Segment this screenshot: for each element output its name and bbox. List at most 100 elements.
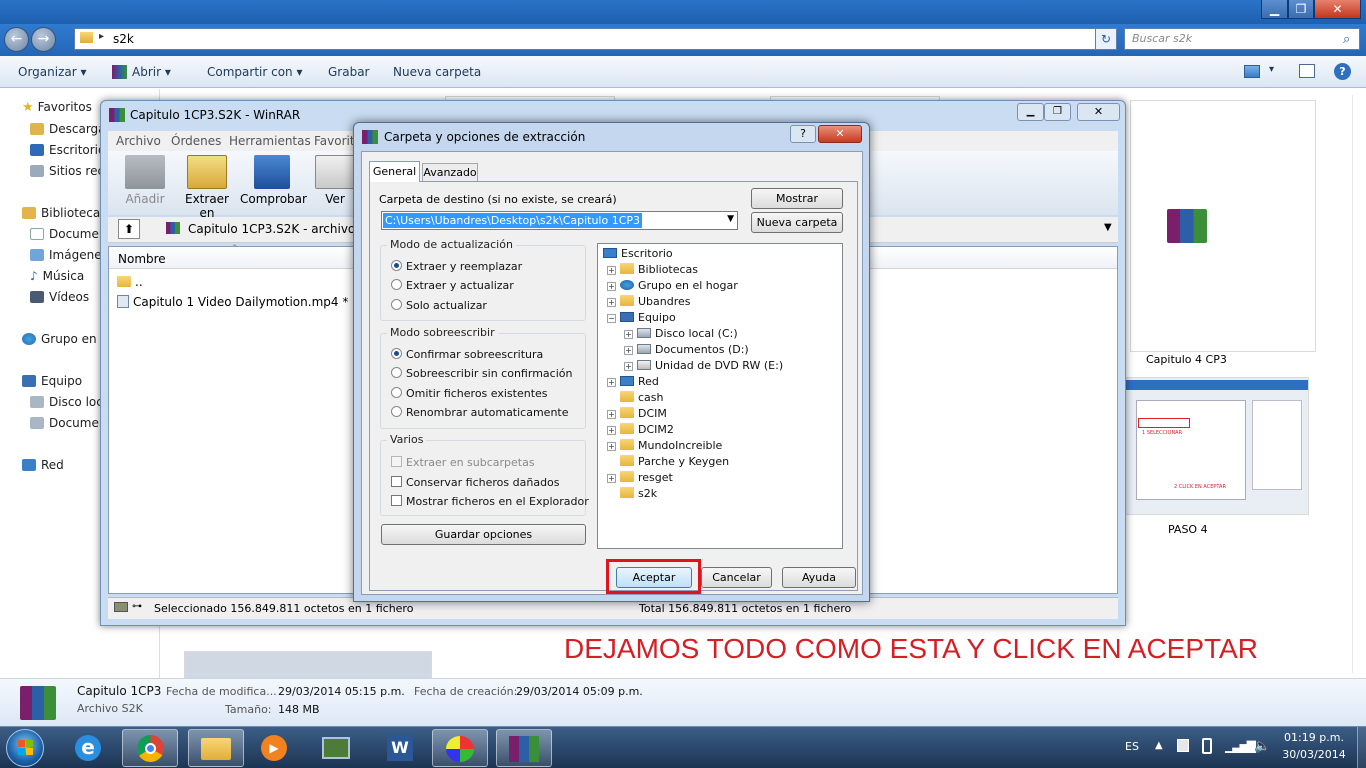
radio-overwrite-no-confirm[interactable]: Sobreescribir sin confirmación bbox=[391, 367, 572, 380]
thumbnail-capitulo-4[interactable] bbox=[1130, 100, 1316, 352]
extract-button[interactable]: Extraer en bbox=[178, 155, 236, 220]
taskbar-ie[interactable]: e bbox=[60, 729, 116, 767]
thumbnail-paso-4[interactable]: 1 SELECCIONAR 2 CLICK EN ACEPTAR bbox=[1123, 377, 1309, 515]
volume-icon[interactable]: 🔈 bbox=[1254, 739, 1270, 754]
taskbar-explorer[interactable] bbox=[188, 729, 244, 767]
show-button[interactable]: Mostrar bbox=[751, 188, 843, 209]
radio-only-update[interactable]: Solo actualizar bbox=[391, 299, 487, 312]
tree-item-folder[interactable]: Parche y Keygen bbox=[620, 455, 729, 468]
expand-icon[interactable]: + bbox=[624, 330, 633, 339]
test-button[interactable]: Comprobar bbox=[240, 155, 307, 211]
dest-combobox[interactable]: C:\Users\Ubandres\Desktop\s2k\Capitulo 1… bbox=[381, 211, 738, 230]
close-button[interactable]: ✕ bbox=[1077, 103, 1120, 121]
burn-button[interactable]: Grabar bbox=[328, 65, 370, 79]
taskbar-media[interactable]: ▶ bbox=[246, 729, 302, 767]
clock-time[interactable]: 01:19 p.m. bbox=[1276, 731, 1352, 744]
tree-item-folder[interactable]: s2k bbox=[620, 487, 657, 500]
tree-item-disk-c[interactable]: + Disco local (C:) bbox=[624, 327, 738, 340]
expand-icon[interactable]: + bbox=[624, 346, 633, 355]
expand-icon[interactable]: + bbox=[607, 442, 616, 451]
tab-general[interactable]: General bbox=[369, 161, 420, 182]
expand-icon[interactable]: + bbox=[607, 474, 616, 483]
view-icon[interactable] bbox=[1244, 65, 1260, 78]
expand-icon[interactable]: + bbox=[607, 378, 616, 387]
tree-item-network[interactable]: + Red bbox=[607, 375, 659, 388]
menu-archivo[interactable]: Archivo bbox=[116, 134, 161, 148]
path-dropdown-icon[interactable]: ▼ bbox=[1104, 222, 1112, 233]
expand-icon[interactable]: + bbox=[607, 426, 616, 435]
open-button[interactable]: Abrir ▾ bbox=[112, 65, 171, 79]
signal-icon[interactable]: ▁▃▅▇ bbox=[1225, 739, 1256, 753]
scrollbar-track[interactable] bbox=[1352, 95, 1353, 673]
tree-item-dvd-e[interactable]: + Unidad de DVD RW (E:) bbox=[624, 359, 783, 372]
list-item[interactable]: .. bbox=[117, 275, 143, 289]
tree-item-folder[interactable]: + DCIM bbox=[607, 407, 667, 420]
tree-item-folder[interactable]: + DCIM2 bbox=[607, 423, 674, 436]
new-folder-button[interactable]: Nueva carpeta bbox=[751, 212, 843, 233]
taskbar-chrome[interactable] bbox=[122, 729, 178, 767]
start-button[interactable] bbox=[6, 729, 44, 767]
radio-auto-rename[interactable]: Renombrar automaticamente bbox=[391, 406, 569, 419]
radio-confirm-overwrite[interactable]: Confirmar sobreescritura bbox=[391, 348, 543, 361]
close-button[interactable]: ✕ bbox=[1314, 0, 1361, 19]
check-show-in-explorer[interactable]: Mostrar ficheros en el Explorador bbox=[391, 495, 589, 508]
up-folder-icon[interactable]: ⬆ bbox=[118, 219, 140, 239]
column-name[interactable]: Nombre bbox=[118, 252, 166, 266]
list-item[interactable]: Capitulo 1 Video Dailymotion.mp4 * bbox=[117, 295, 348, 309]
radio-extract-update[interactable]: Extraer y actualizar bbox=[391, 279, 514, 292]
maximize-button[interactable]: ❐ bbox=[1044, 103, 1071, 121]
dialog-close-button[interactable]: ✕ bbox=[818, 125, 862, 143]
battery-icon[interactable] bbox=[1202, 738, 1212, 754]
tree-item-folder[interactable]: + resget bbox=[607, 471, 673, 484]
preview-pane-icon[interactable] bbox=[1299, 64, 1315, 78]
expand-icon[interactable]: + bbox=[624, 362, 633, 371]
tray-expand-icon[interactable]: ▲ bbox=[1155, 740, 1163, 751]
expand-icon[interactable]: + bbox=[607, 266, 616, 275]
share-button[interactable]: Compartir con ▾ bbox=[207, 65, 303, 79]
check-keep-broken[interactable]: Conservar ficheros dañados bbox=[391, 476, 560, 489]
radio-skip-existing[interactable]: Omitir ficheros existentes bbox=[391, 387, 548, 400]
tree-item-homegroup[interactable]: + Grupo en el hogar bbox=[607, 279, 738, 292]
organize-button[interactable]: Organizar ▾ bbox=[18, 65, 87, 79]
show-desktop-button[interactable] bbox=[1357, 727, 1366, 768]
tree-item-libraries[interactable]: + Bibliotecas bbox=[607, 263, 698, 276]
refresh-icon[interactable]: ↻ bbox=[1095, 28, 1117, 50]
back-button[interactable]: ← bbox=[4, 27, 29, 52]
tab-advanced[interactable]: Avanzado bbox=[422, 163, 478, 181]
help-dialog-button[interactable]: Ayuda bbox=[782, 567, 856, 588]
save-options-button[interactable]: Guardar opciones bbox=[381, 524, 586, 545]
tree-item-folder[interactable]: cash bbox=[620, 391, 664, 404]
taskbar-winrar[interactable] bbox=[496, 729, 552, 767]
tree-item-user[interactable]: + Ubandres bbox=[607, 295, 691, 308]
tree-item-folder[interactable]: + MundoIncreible bbox=[607, 439, 722, 452]
new-folder-button[interactable]: Nueva carpeta bbox=[393, 65, 481, 79]
cancel-button[interactable]: Cancelar bbox=[701, 567, 772, 588]
search-input[interactable]: Buscar s2k bbox=[1124, 28, 1360, 50]
menu-herramientas[interactable]: Herramientas bbox=[229, 134, 311, 148]
tree-item-desktop[interactable]: Escritorio bbox=[603, 247, 673, 260]
expand-icon[interactable]: + bbox=[607, 282, 616, 291]
help-icon[interactable]: ? bbox=[1334, 63, 1351, 80]
expand-icon[interactable]: + bbox=[607, 410, 616, 419]
tree-item-disk-d[interactable]: + Documentos (D:) bbox=[624, 343, 749, 356]
taskbar-paint[interactable] bbox=[432, 729, 488, 767]
menu-ordenes[interactable]: Órdenes bbox=[171, 134, 221, 148]
forward-button[interactable]: → bbox=[31, 27, 56, 52]
view-dropdown-icon[interactable]: ▾ bbox=[1269, 64, 1274, 75]
expand-icon[interactable]: + bbox=[607, 298, 616, 307]
language-indicator[interactable]: ES bbox=[1125, 740, 1139, 753]
add-button[interactable]: Añadir bbox=[120, 155, 170, 211]
minimize-button[interactable]: ▁ bbox=[1017, 103, 1044, 121]
collapse-icon[interactable]: − bbox=[607, 314, 616, 323]
action-center-icon[interactable] bbox=[1177, 739, 1189, 752]
minimize-button[interactable]: ▁ bbox=[1261, 0, 1288, 19]
tree-item-computer[interactable]: − Equipo bbox=[607, 311, 676, 324]
taskbar-word[interactable]: W bbox=[372, 729, 428, 767]
check-extract-subfolders[interactable]: Extraer en subcarpetas bbox=[391, 456, 535, 469]
accept-button[interactable]: Aceptar bbox=[616, 567, 692, 588]
dest-dropdown-icon[interactable]: ▼ bbox=[727, 214, 734, 224]
radio-extract-replace[interactable]: Extraer y reemplazar bbox=[391, 260, 522, 273]
maximize-button[interactable]: ❐ bbox=[1288, 0, 1314, 19]
search-icon[interactable]: ⌕ bbox=[1343, 32, 1350, 47]
help-button[interactable]: ? bbox=[790, 125, 816, 143]
